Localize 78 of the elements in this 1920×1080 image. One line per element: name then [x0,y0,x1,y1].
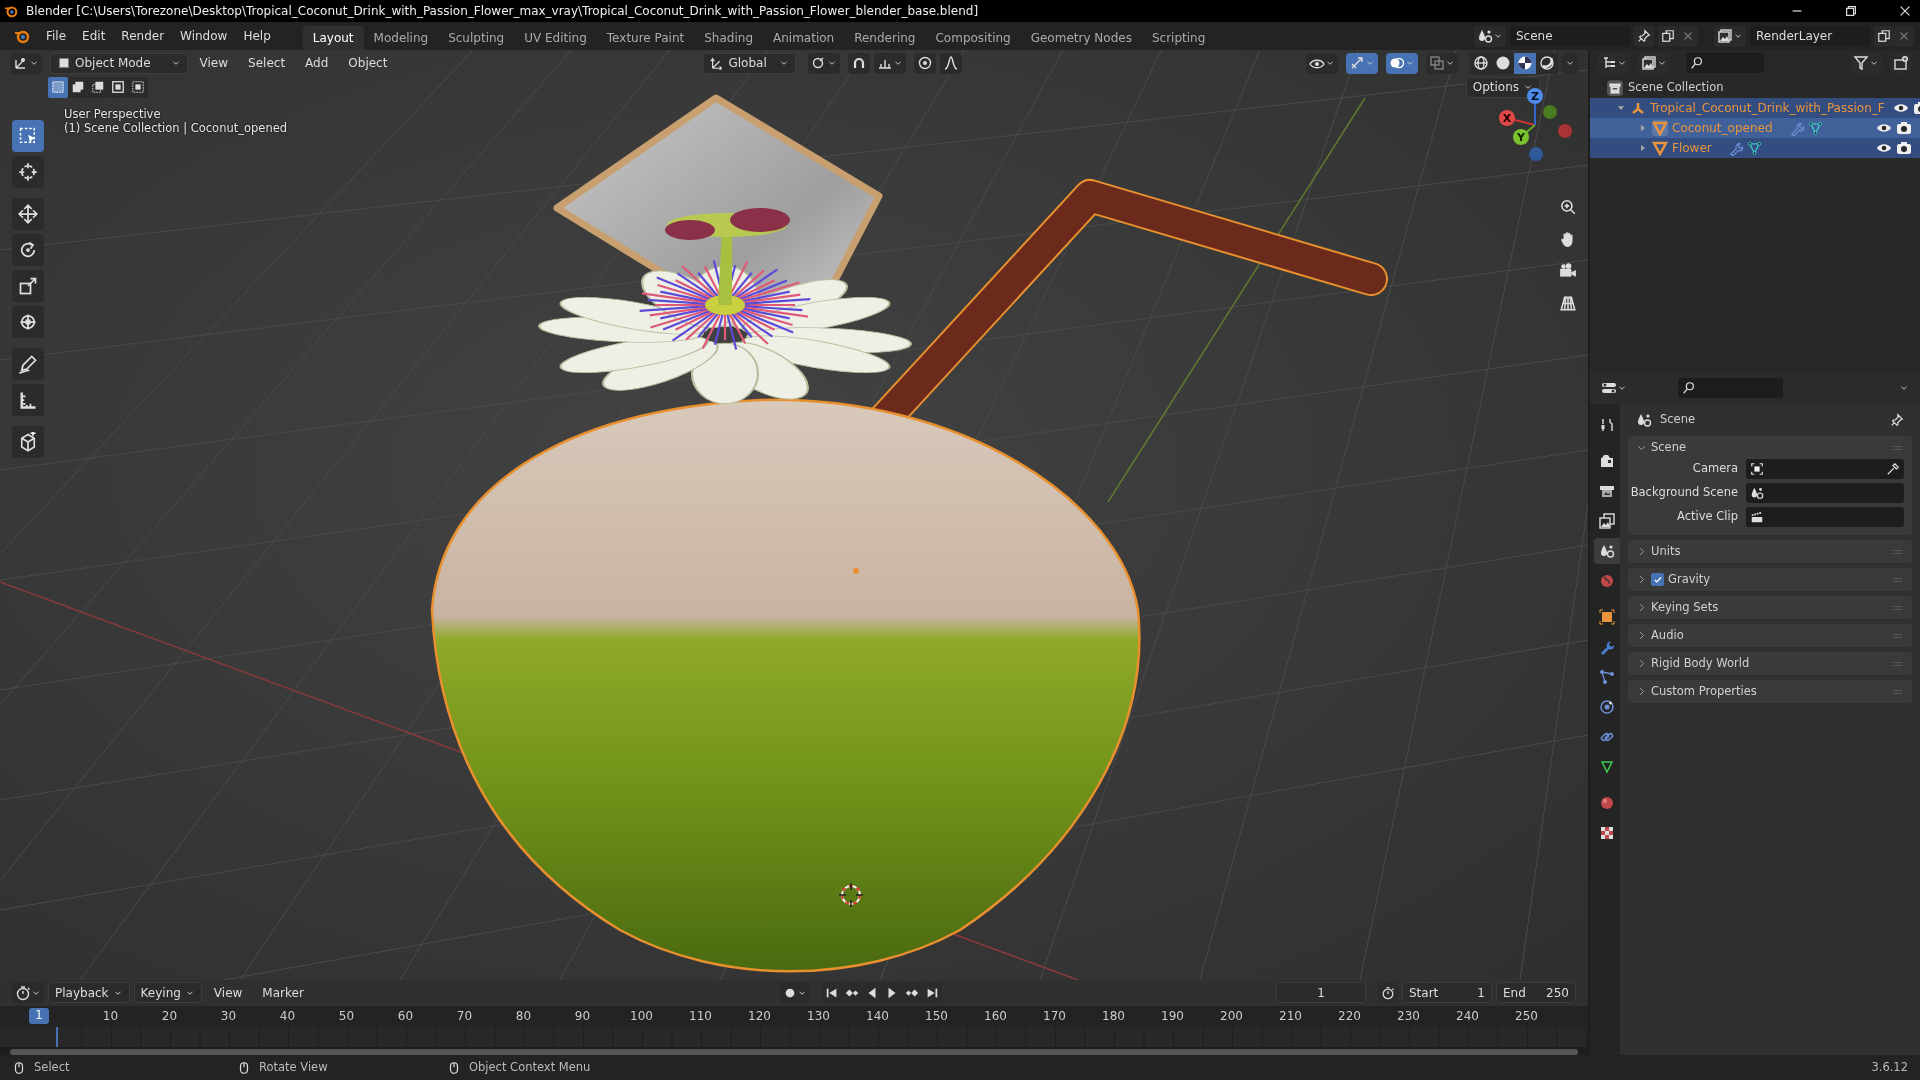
workspace-tab[interactable]: Compositing [925,26,1021,50]
panel-header[interactable]: Rigid Body World [1628,652,1912,675]
frame-tick-label: 100 [629,1009,654,1024]
field-label: Background Scene [1629,486,1738,500]
status-hint: Select [34,1060,70,1075]
frame-tick-label: 80 [514,1009,533,1024]
frame-tick-label: 60 [396,1009,415,1024]
menu-item[interactable]: View [191,53,237,73]
properties-context-title: Scene [1660,413,1697,427]
panel-header[interactable]: Scene [1628,436,1912,459]
frame-tick-label: 40 [278,1009,297,1024]
frame-tick-label: 70 [455,1009,474,1024]
workspace-tab[interactable]: Modeling [363,26,439,50]
frame-tick-label: 130 [806,1009,831,1024]
frame-tick-label: 20 [160,1009,179,1024]
frame-tick-label: 160 [983,1009,1008,1024]
outliner-row[interactable]: Flower [1590,138,1920,158]
workspace-tab[interactable]: Animation [763,26,845,50]
viewport-info-text: User Perspective [64,108,162,122]
status-hint: Rotate View [259,1060,328,1075]
menu-item[interactable]: Object [340,53,396,73]
frame-tick-label: 180 [1101,1009,1126,1024]
workspace-tab[interactable]: Sculpting [438,26,515,50]
status-hint: Object Context Menu [469,1060,591,1075]
start-frame-field[interactable]: Start 1 [1402,982,1492,1004]
frame-tick-label: 210 [1278,1009,1303,1024]
mode-dropdown[interactable]: Object Mode [50,52,188,74]
menu-item[interactable]: Marker [254,983,312,1002]
frame-tick-label: 140 [865,1009,890,1024]
panel-header[interactable]: Audio [1628,624,1912,647]
menu-item[interactable]: Help [235,26,279,46]
version-label: 3.6.12 [1871,1060,1908,1075]
field-label: Active Clip [1676,510,1738,524]
menu-item[interactable]: Window [172,26,236,46]
menu-dropdown[interactable]: Keying [133,982,202,1004]
scene-field[interactable]: Scene [1510,26,1630,46]
field-label: Camera [1691,462,1738,476]
panel-header[interactable]: Custom Properties [1628,680,1912,703]
frame-tick-label: 250 [1514,1009,1539,1024]
current-frame-field[interactable]: 1 [1276,982,1366,1004]
panel-header[interactable]: Units [1628,540,1912,563]
window-title: Blender [C:\Users\Torezone\Desktop\Tropical_Coconut_Drink_with_Passion_Flower_max_vray\Tropical_Coconut_Drink_with_Passion_Flower_blender_base.blend] [26,3,980,19]
workspace-tab[interactable]: Layout [302,26,364,50]
frame-tick-label: 230 [1396,1009,1421,1024]
menu-item[interactable]: Render [113,26,173,46]
frame-tick-label: 50 [337,1009,356,1024]
panel-header[interactable]: Keying Sets [1628,596,1912,619]
frame-tick-label: 190 [1160,1009,1185,1024]
frame-tick-label: 150 [924,1009,949,1024]
outliner-row[interactable]: Tropical_Coconut_Drink_with_Passion_F [1590,98,1920,118]
menu-item[interactable]: Add [297,53,337,73]
view-layer-field[interactable]: RenderLayer [1750,26,1870,46]
viewport-info-text: (1) Scene Collection | Coconut_opened [64,121,288,136]
workspace-tab[interactable]: Texture Paint [596,26,695,50]
workspace-tab[interactable]: UV Editing [514,26,597,50]
orientation-dropdown[interactable]: Global [703,52,796,74]
workspace-tab[interactable]: Shading [694,26,763,50]
frame-tick-label: 90 [573,1009,592,1024]
workspace-tab[interactable]: Rendering [844,26,926,50]
panel-header[interactable]: Gravity [1628,568,1912,591]
frame-tick-label: 240 [1455,1009,1480,1024]
frame-tick-label: 110 [688,1009,713,1024]
workspace-tab[interactable]: Geometry Nodes [1020,26,1142,50]
workspace-tab[interactable]: Scripting [1141,26,1216,50]
menu-item[interactable]: Select [240,53,294,73]
end-frame-field[interactable]: End 250 [1496,982,1576,1004]
frame-tick-label: 30 [219,1009,238,1024]
menu-item[interactable]: Edit [74,26,114,46]
menu-item[interactable]: File [38,26,75,46]
frame-tick-label: 200 [1219,1009,1244,1024]
menu-item[interactable]: View [205,983,251,1002]
frame-tick-label: 170 [1042,1009,1067,1024]
playhead-frame-marker[interactable]: 1 [29,1008,49,1025]
frame-tick-label: 120 [747,1009,772,1024]
frame-tick-label: 10 [101,1009,120,1024]
menu-dropdown[interactable]: Playback [48,982,130,1004]
collection-label[interactable]: Scene Collection [1628,81,1724,95]
frame-tick-label: 220 [1337,1009,1362,1024]
